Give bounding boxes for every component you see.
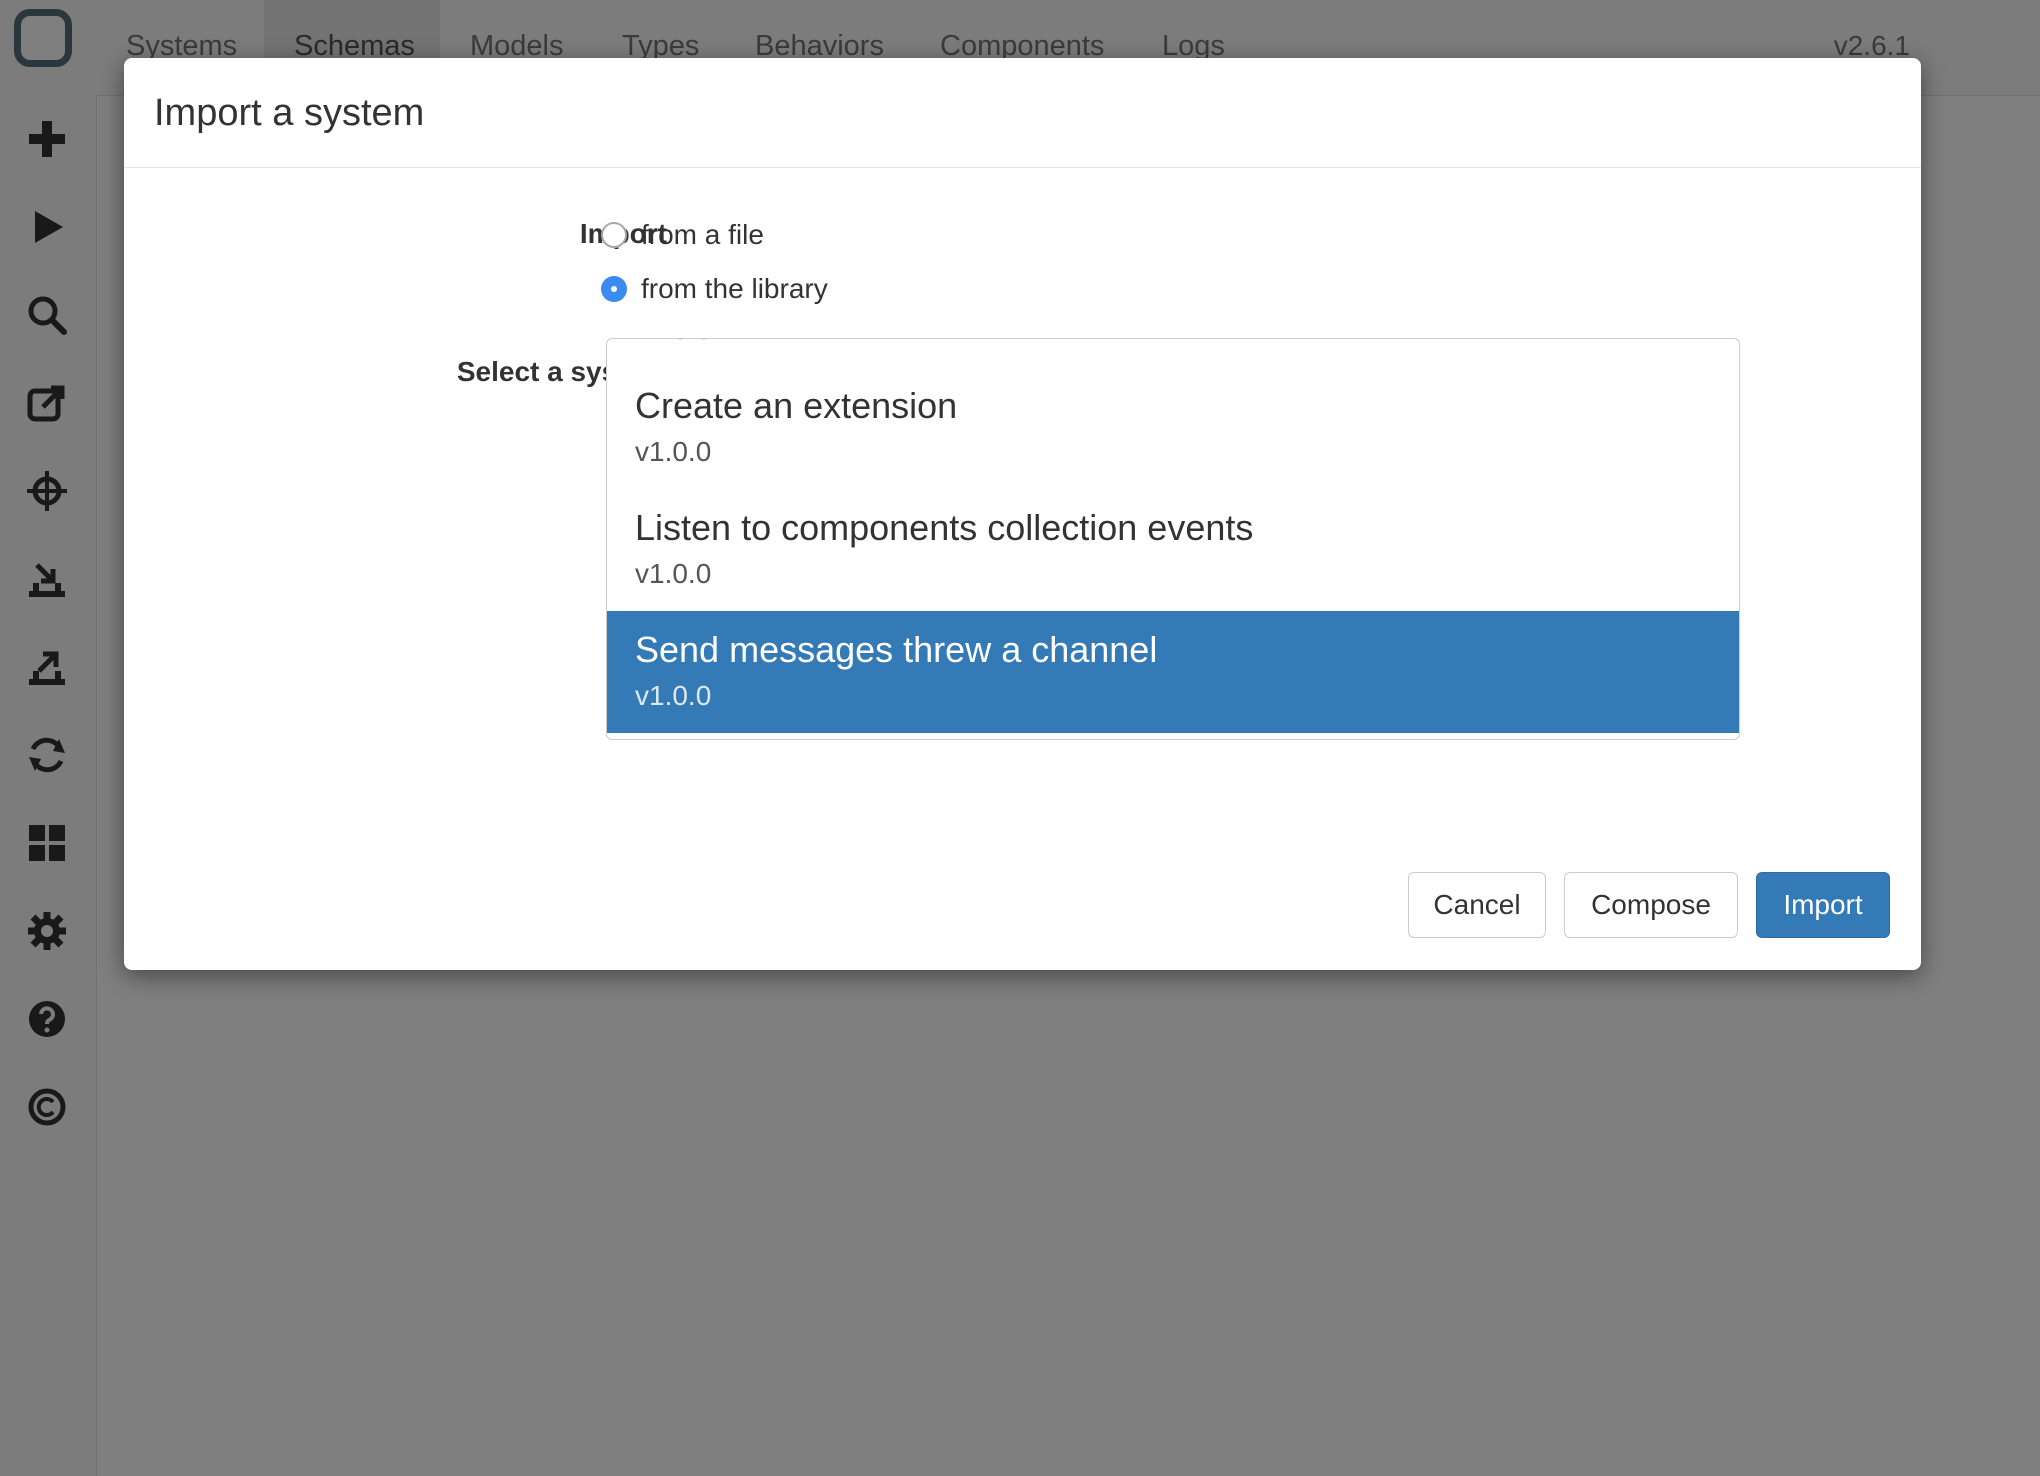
radio-unchecked-icon[interactable] xyxy=(601,222,627,248)
modal-header: Import a system xyxy=(124,58,1921,168)
list-item[interactable]: Listen to components collection events v… xyxy=(607,489,1739,611)
system-version: v1.0.0 xyxy=(635,436,712,467)
system-version: v1.0.0 xyxy=(635,558,712,589)
system-version: v1.0.0 xyxy=(635,339,1739,353)
system-title: Send messages threw a channel xyxy=(635,629,1158,670)
radio-label-library: from the library xyxy=(641,273,828,304)
system-list[interactable]: v1.0.0 Create an extension v1.0.0 Listen… xyxy=(606,338,1740,740)
list-item-selected[interactable]: Send messages threw a channel v1.0.0 xyxy=(607,611,1739,733)
radio-from-library[interactable]: from the library xyxy=(601,269,828,309)
radio-label-file: from a file xyxy=(641,219,764,250)
modal-title: Import a system xyxy=(154,92,425,134)
cancel-button[interactable]: Cancel xyxy=(1408,872,1546,938)
import-button[interactable]: Import xyxy=(1756,872,1890,938)
system-version: v1.0.0 xyxy=(635,680,712,711)
system-title: Listen to components collection events xyxy=(635,507,1254,548)
system-list-scroll: v1.0.0 Create an extension v1.0.0 Listen… xyxy=(607,339,1739,733)
list-item[interactable]: v1.0.0 xyxy=(607,339,1739,367)
compose-button[interactable]: Compose xyxy=(1564,872,1738,938)
system-title: Create an extension xyxy=(635,385,958,426)
radio-checked-icon[interactable] xyxy=(601,276,627,302)
import-system-modal: Import a system Import from a file from … xyxy=(124,58,1921,970)
list-item[interactable]: Create an extension v1.0.0 xyxy=(607,367,1739,489)
radio-from-file[interactable]: from a file xyxy=(601,215,764,255)
